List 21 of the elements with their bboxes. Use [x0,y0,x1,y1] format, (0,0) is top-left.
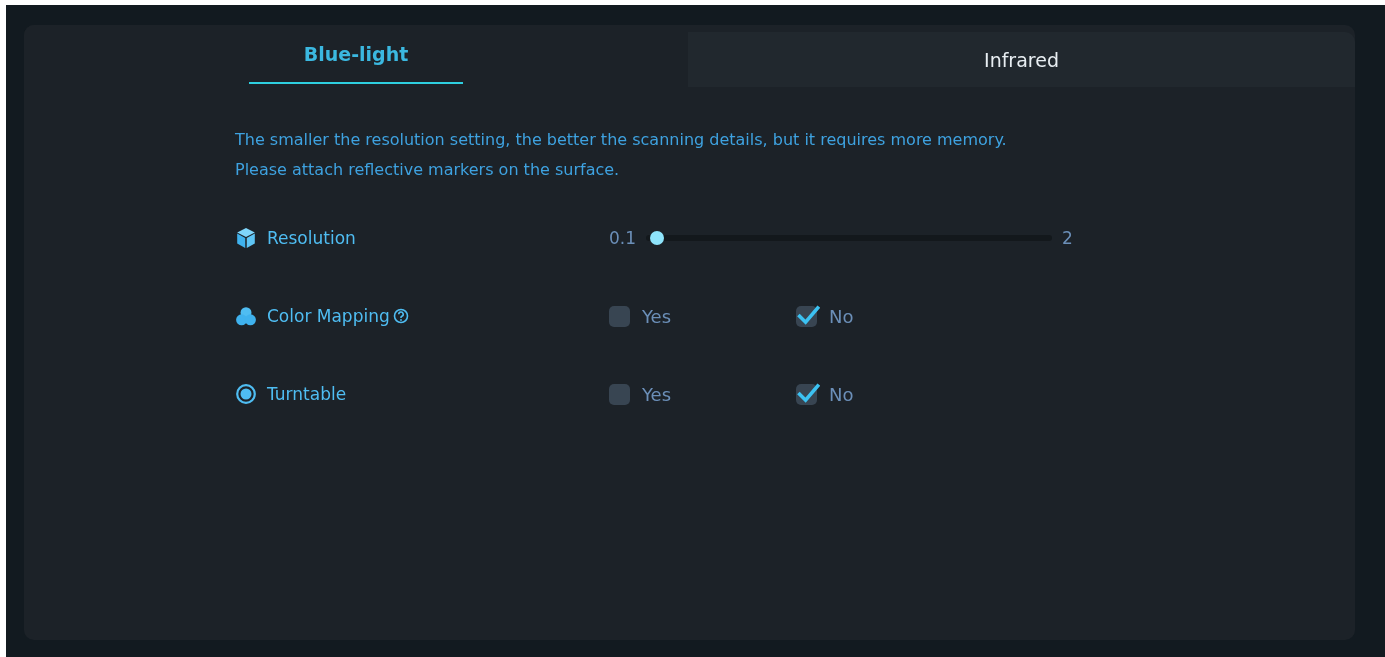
option-label: No [829,305,854,327]
min-value: 0.1 [609,228,637,248]
option-label: Yes [642,383,672,405]
checkbox[interactable] [609,383,630,405]
setting-label: Resolution [267,228,356,248]
checkbox[interactable] [609,305,630,327]
rgb-circles-icon [235,305,257,327]
hint-text: The smaller the resolution setting, the better the scanning details, but it requires more memory. [235,129,1008,151]
ring-icon [235,383,257,405]
checkbox[interactable] [796,305,817,327]
help-icon[interactable] [392,308,409,324]
setting-label: Turntable [267,384,347,404]
hint-text: Please attach reflective markers on the surface. [235,159,621,181]
cube-icon [235,227,257,249]
setting-label: Color Mapping [267,306,390,326]
option-label: Yes [642,305,672,327]
option-label: No [829,383,854,405]
max-value: 2 [1062,228,1073,248]
slider-thumb[interactable] [650,231,665,245]
tab[interactable]: Infrared [688,32,1355,87]
checkbox[interactable] [796,383,817,405]
